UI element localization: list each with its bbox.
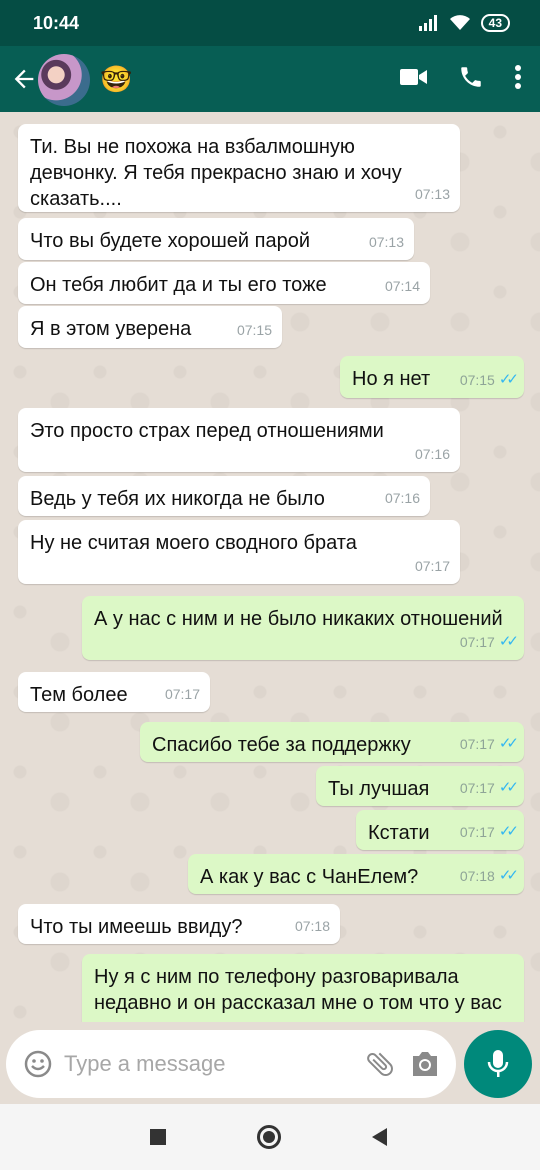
message-bubble-incoming[interactable]: Он тебя любит да и ты его тоже 07:14	[18, 262, 430, 304]
home-icon[interactable]	[257, 1125, 281, 1149]
message-time: 07:17	[164, 686, 200, 702]
message-bubble-outgoing[interactable]: Спасибо тебе за поддержку 07:17 ✓✓	[140, 722, 524, 762]
message-bubble-incoming[interactable]: Я в этом уверена 07:15	[18, 306, 282, 348]
message-bubble-incoming[interactable]: Ведь у тебя их никогда не было 07:16	[18, 476, 430, 516]
system-nav-bar	[0, 1104, 540, 1170]
header-actions	[400, 64, 522, 90]
message-text: Ну я с ним по телефону разговаривала нед…	[94, 966, 502, 1022]
message-bubble-outgoing[interactable]: Ты лучшая 07:17 ✓✓	[316, 766, 524, 806]
microphone-icon	[487, 1050, 509, 1077]
message-time: 07:13	[414, 186, 450, 202]
status-time: 10:44	[33, 13, 80, 33]
message-text: Что ты имеешь ввиду?	[30, 916, 243, 938]
message-text: Ну не считая моего сводного брата	[30, 532, 357, 554]
phone-call-icon[interactable]	[458, 64, 484, 90]
contact-avatar[interactable]	[38, 54, 90, 106]
message-text: Ты лучшая	[328, 778, 430, 800]
chat-header: 🤓	[0, 46, 540, 112]
message-time: 07:16	[414, 446, 450, 462]
message-text: Это просто страх перед отношениями	[30, 420, 384, 442]
message-bubble-incoming[interactable]: Ну не считая моего сводного брата 07:17	[18, 520, 460, 584]
message-time: 07:14	[384, 278, 420, 294]
message-time: 07:18 ✓✓	[460, 863, 519, 889]
message-time: 07:15 ✓✓	[460, 367, 519, 393]
message-time: 07:13	[368, 234, 404, 250]
message-text: Ведь у тебя их никогда не было	[30, 488, 325, 510]
message-time: 07:17 ✓✓	[460, 629, 519, 655]
message-text: Я в этом уверена	[30, 318, 192, 340]
video-call-icon[interactable]	[400, 67, 428, 87]
chat-messages[interactable]: Ти. Вы не похожа на взбалмошную девчонку…	[0, 112, 540, 1022]
message-bubble-outgoing[interactable]: Кстати 07:17 ✓✓	[356, 810, 524, 850]
message-bubble-outgoing[interactable]: А у нас с ним и не было никаких отношени…	[82, 596, 524, 660]
read-receipt-icon: ✓✓	[498, 735, 519, 752]
message-time: 07:17 ✓✓	[460, 819, 519, 845]
attach-icon[interactable]	[364, 1048, 396, 1080]
message-time: 07:17	[414, 558, 450, 574]
message-bubble-incoming[interactable]: Что вы будете хорошей парой 07:13	[18, 218, 414, 260]
message-bubble-outgoing[interactable]: Ну я с ним по телефону разговаривала нед…	[82, 954, 524, 1022]
camera-icon[interactable]	[410, 1050, 440, 1078]
message-text: Он тебя любит да и ты его тоже	[30, 274, 327, 296]
read-receipt-icon: ✓✓	[498, 867, 519, 884]
back-arrow-icon[interactable]	[10, 65, 38, 93]
message-time: 07:16	[384, 490, 420, 506]
message-text: Кстати	[368, 822, 430, 844]
message-bubble-incoming[interactable]: Тем более 07:17	[18, 672, 210, 712]
message-text: Спасибо тебе за поддержку	[152, 734, 411, 756]
message-time: 07:18	[294, 918, 330, 934]
voice-message-button[interactable]	[464, 1030, 532, 1098]
status-icons: 43	[418, 14, 510, 32]
message-text: Ти. Вы не похожа на взбалмошную девчонку…	[30, 136, 402, 210]
message-text: А как у вас с ЧанЕлем?	[200, 866, 419, 888]
read-receipt-icon: ✓✓	[498, 371, 519, 388]
message-bubble-incoming[interactable]: Это просто страх перед отношениями 07:16	[18, 408, 460, 472]
contact-name-emoji[interactable]: 🤓	[100, 64, 132, 95]
message-text: Тем более	[30, 684, 128, 706]
battery-indicator: 43	[480, 14, 510, 32]
message-input[interactable]	[64, 1044, 354, 1084]
status-bar: 10:44 43	[0, 0, 540, 46]
message-text: А у нас с ним и не было никаких отношени…	[94, 608, 503, 630]
message-bubble-outgoing[interactable]: А как у вас с ЧанЕлем? 07:18 ✓✓	[188, 854, 524, 894]
back-triangle-icon[interactable]	[372, 1128, 387, 1146]
message-time: 07:17 ✓✓	[460, 775, 519, 801]
wifi-icon	[449, 15, 470, 30]
message-text: Но я нет	[352, 368, 431, 390]
message-composer	[6, 1030, 456, 1098]
message-text: Что вы будете хорошей парой	[30, 230, 311, 252]
read-receipt-icon: ✓✓	[498, 779, 519, 796]
emoji-icon[interactable]	[24, 1050, 52, 1078]
signal-icon	[418, 15, 437, 31]
read-receipt-icon: ✓✓	[498, 823, 519, 840]
read-receipt-icon: ✓✓	[498, 633, 519, 650]
recent-apps-icon[interactable]	[150, 1129, 166, 1145]
message-bubble-outgoing[interactable]: Но я нет 07:15 ✓✓	[340, 356, 524, 398]
message-time: 07:17 ✓✓	[460, 731, 519, 757]
message-bubble-incoming[interactable]: Ти. Вы не похожа на взбалмошную девчонку…	[18, 124, 460, 212]
more-options-icon[interactable]	[514, 64, 522, 90]
message-bubble-incoming[interactable]: Что ты имеешь ввиду? 07:18	[18, 904, 340, 944]
message-time: 07:15	[236, 322, 272, 338]
